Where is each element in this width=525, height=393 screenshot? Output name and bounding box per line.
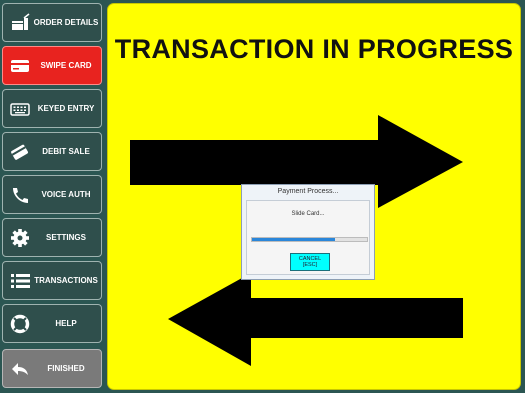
app-window: ORDER DETAILS SWIPE CARD KEYED ENTRY DEB…	[0, 0, 525, 393]
payment-process-dialog: Payment Process... Slide Card... CANCEL …	[241, 184, 375, 280]
progress-bar	[251, 237, 368, 242]
status-message: Slide Card...	[291, 211, 325, 217]
dialog-body: Slide Card... CANCEL [ESC]	[246, 200, 370, 275]
cancel-hotkey: [ESC]	[302, 262, 318, 268]
left-arrow-icon	[168, 273, 463, 366]
dialog-title: Payment Process...	[277, 188, 339, 195]
cancel-button[interactable]: CANCEL [ESC]	[290, 253, 330, 271]
progress-fill	[252, 238, 335, 241]
